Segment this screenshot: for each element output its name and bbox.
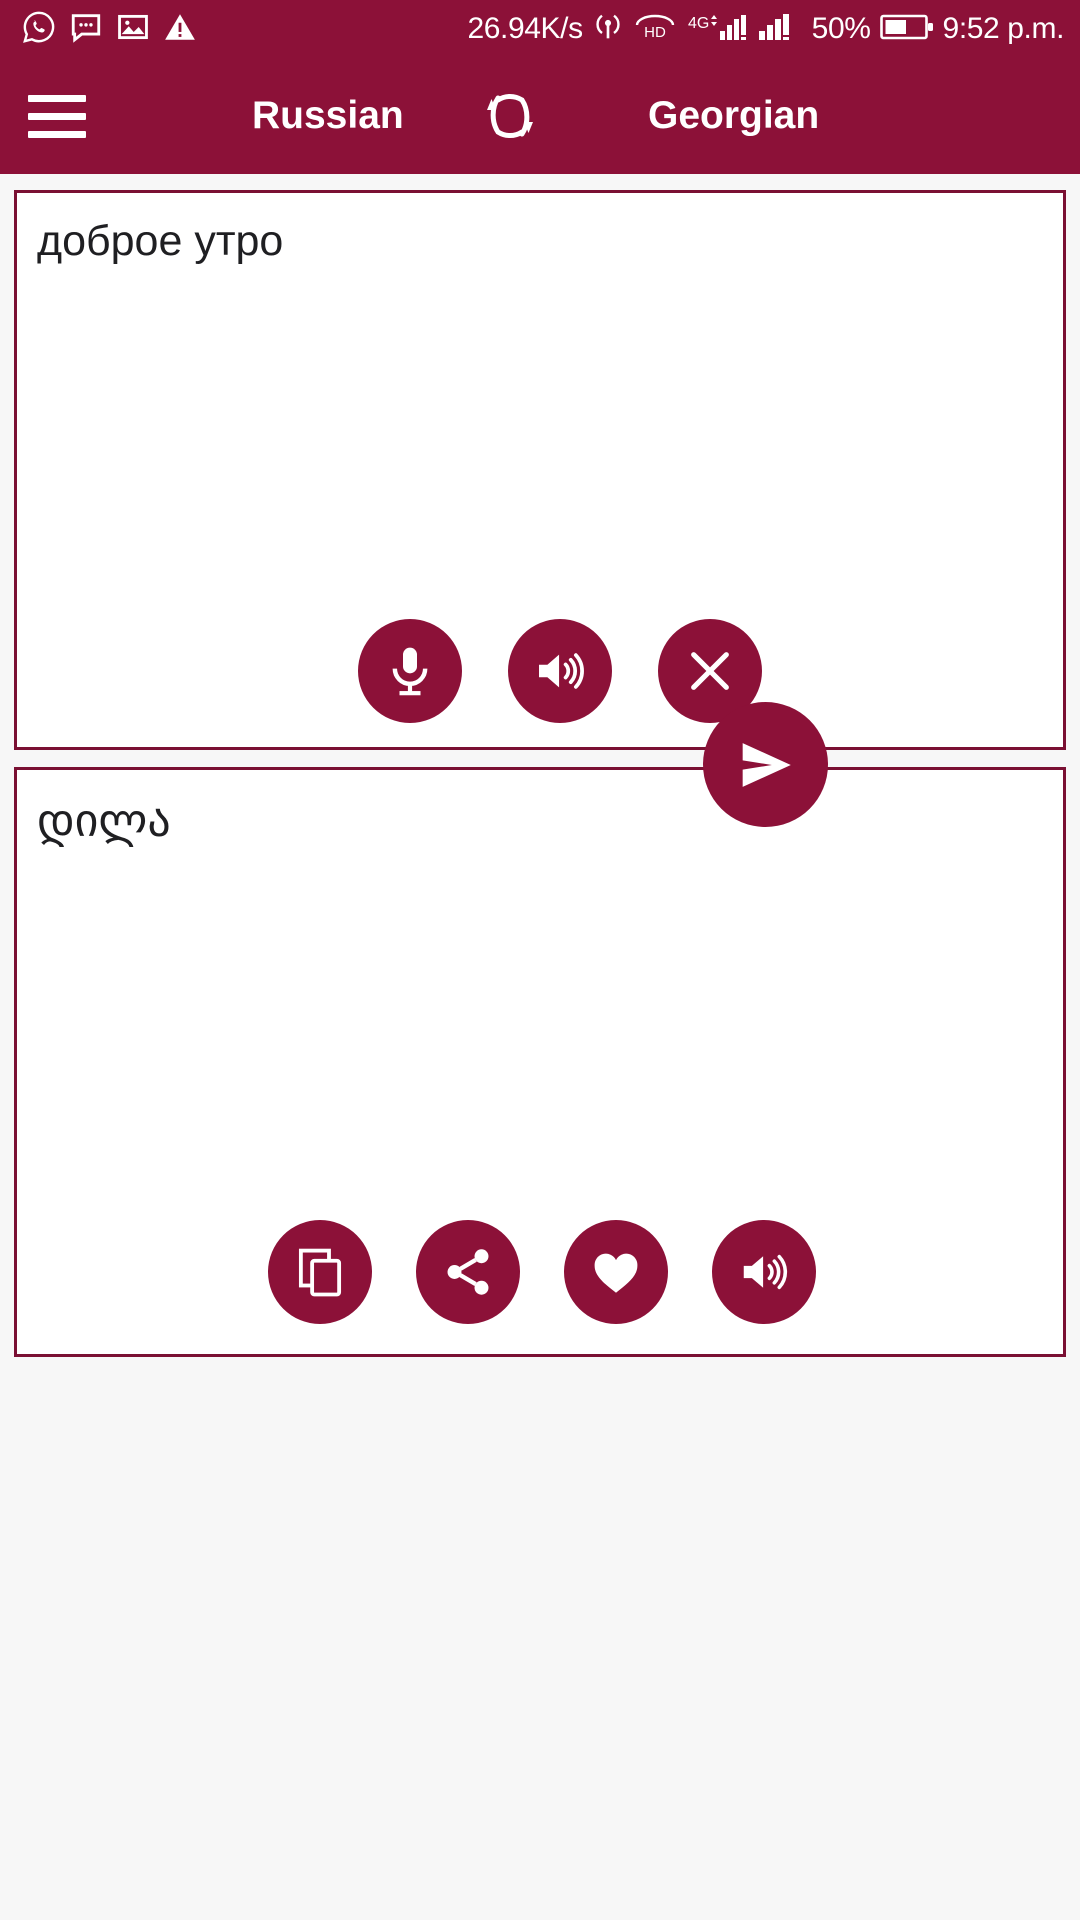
battery-percent-label: 50% [811,12,871,45]
favorite-button[interactable] [564,1220,668,1324]
menu-button[interactable] [28,90,90,142]
network-speed: 26.94K/s [467,12,583,45]
image-icon [116,10,150,49]
share-button[interactable] [416,1220,520,1324]
output-actions [17,1220,1063,1324]
speak-output-button[interactable] [712,1220,816,1324]
hd-icon: HD [633,12,677,47]
status-bar: 26.94K/s HD 4G 50% 9:52 p.m. [0,0,1080,58]
translated-text: დილა [37,793,171,847]
message-icon [69,10,103,49]
source-language-selector[interactable]: Russian [252,94,404,138]
output-card: დილა [14,767,1066,1357]
status-bar-notifications [22,10,197,49]
send-button[interactable] [703,702,828,827]
battery-icon [879,12,934,47]
speak-input-button[interactable] [508,619,612,723]
svg-text:4G: 4G [688,15,709,32]
4g-signal-icon: 4G [686,10,748,49]
whatsapp-icon [22,10,56,49]
signal-icon [757,10,803,49]
svg-text:HD: HD [644,24,666,41]
app-root: 26.94K/s HD 4G 50% 9:52 p.m. Russian Geo… [0,0,1080,1920]
menu-icon-bar [28,130,86,138]
app-header: Russian Georgian [0,58,1080,174]
menu-icon-bar [28,94,86,102]
menu-icon-bar [28,112,86,120]
input-card: доброе утро [14,190,1066,750]
warning-icon [163,10,197,49]
hotspot-icon [592,11,624,48]
target-language-selector[interactable]: Georgian [648,94,819,138]
swap-languages-button[interactable] [470,76,550,156]
source-text-input[interactable]: доброе утро [37,215,1043,269]
clock: 9:52 p.m. [942,12,1065,45]
microphone-button[interactable] [358,619,462,723]
status-bar-system: 26.94K/s HD 4G 50% 9:52 p.m. [467,10,1064,49]
copy-button[interactable] [268,1220,372,1324]
input-actions [17,619,1063,723]
